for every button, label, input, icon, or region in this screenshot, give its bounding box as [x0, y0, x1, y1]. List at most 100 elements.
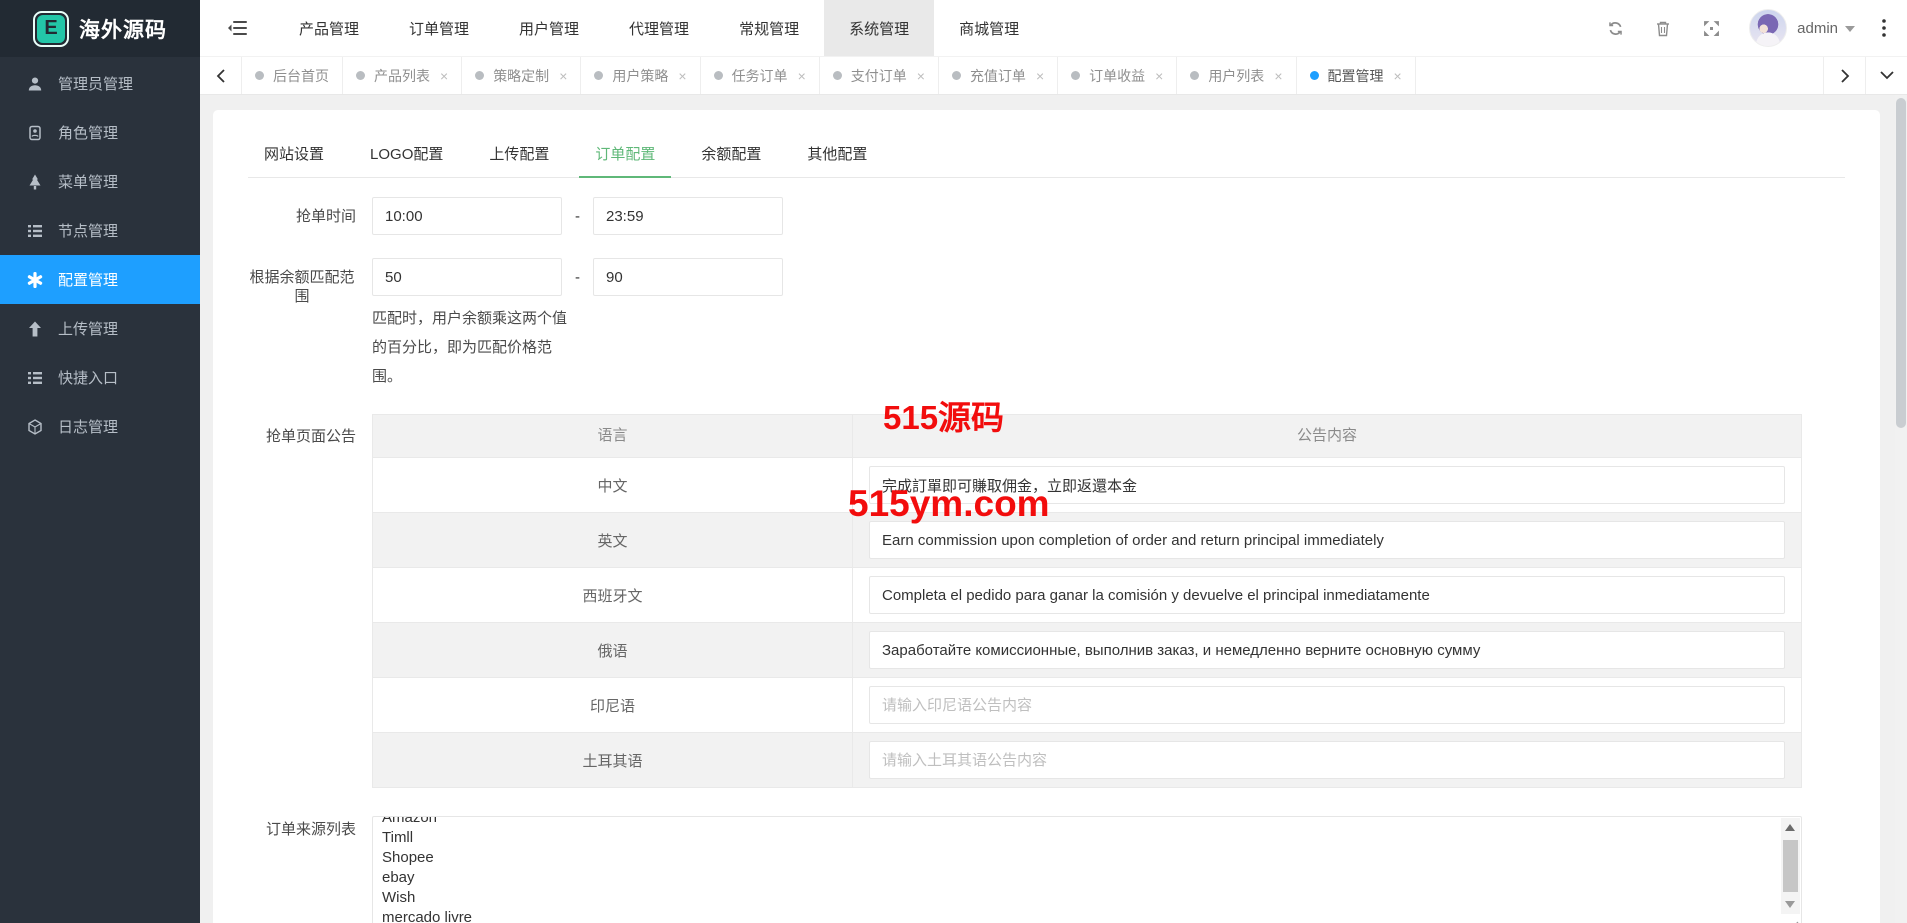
- order-source-label: 订单来源列表: [248, 816, 356, 923]
- tab-other-config[interactable]: 其他配置: [791, 134, 883, 177]
- nav-item-user[interactable]: 用户管理: [494, 0, 604, 56]
- form-row-grab-time: 抢单时间 -: [248, 197, 1845, 235]
- tab-dot-icon: [594, 71, 603, 80]
- tab-close-icon[interactable]: ×: [1155, 69, 1163, 83]
- row-language-label: 俄语: [373, 623, 853, 677]
- sidebar-item-admin-manage[interactable]: 管理员管理: [0, 59, 200, 108]
- tab-dot-icon: [356, 71, 365, 80]
- grab-time-from-input[interactable]: [372, 197, 562, 235]
- order-source-text: Amazon Timll Shopee ebay Wish mercado li…: [382, 816, 1801, 923]
- tabs-scroll-left-icon[interactable]: [200, 57, 242, 94]
- tab-order-config[interactable]: 订单配置: [579, 134, 671, 177]
- range-separator: -: [575, 208, 580, 225]
- sidebar: 管理员管理 角色管理 菜单管理 节点管理 配置管理 上传管理 快捷入口 日志管理: [0, 57, 200, 923]
- grab-time-to-input[interactable]: [593, 197, 783, 235]
- collapse-menu-icon[interactable]: [200, 0, 274, 56]
- table-row-turkish: 土耳其语: [373, 732, 1801, 787]
- role-icon: [27, 125, 43, 141]
- clear-cache-icon[interactable]: [1639, 0, 1687, 57]
- tab-dot-icon: [1071, 71, 1080, 80]
- announcement-input-russian[interactable]: [869, 631, 1785, 669]
- page-scrollbar-thumb[interactable]: [1896, 98, 1906, 428]
- order-source-textarea[interactable]: Amazon Timll Shopee ebay Wish mercado li…: [372, 816, 1802, 923]
- tab-logo-config[interactable]: LOGO配置: [354, 134, 459, 177]
- tab-order-profit[interactable]: 订单收益×: [1058, 57, 1177, 94]
- tab-user-list[interactable]: 用户列表×: [1177, 57, 1296, 94]
- tab-strategy-custom[interactable]: 策略定制×: [462, 57, 581, 94]
- announcement-input-spanish[interactable]: [869, 576, 1785, 614]
- tab-pay-order[interactable]: 支付订单×: [820, 57, 939, 94]
- scroll-down-icon[interactable]: [1785, 901, 1795, 908]
- tab-home[interactable]: 后台首页: [242, 57, 343, 94]
- sidebar-item-config-manage[interactable]: 配置管理: [0, 255, 200, 304]
- tab-dot-icon: [475, 71, 484, 80]
- tab-close-icon[interactable]: ×: [1394, 69, 1402, 83]
- page-scrollbar[interactable]: [1895, 95, 1907, 923]
- nav-item-general[interactable]: 常规管理: [714, 0, 824, 56]
- order-config-form: 抢单时间 - 根据余额匹配范围 -: [248, 197, 1845, 923]
- table-row-russian: 俄语: [373, 622, 1801, 677]
- table-row-english: 英文: [373, 512, 1801, 567]
- resize-grip-icon[interactable]: [1786, 919, 1799, 923]
- sidebar-item-role-manage[interactable]: 角色管理: [0, 108, 200, 157]
- tab-dot-icon: [255, 71, 264, 80]
- user-dropdown-caret-icon[interactable]: [1845, 26, 1855, 32]
- tab-task-order[interactable]: 任务订单×: [701, 57, 820, 94]
- tab-close-icon[interactable]: ×: [1274, 69, 1282, 83]
- scrollbar-thumb[interactable]: [1783, 840, 1798, 892]
- announcement-table: 语言 公告内容 中文 英文 西班牙文: [372, 414, 1802, 788]
- tab-close-icon[interactable]: ×: [1036, 69, 1044, 83]
- sidebar-item-log-manage[interactable]: 日志管理: [0, 402, 200, 451]
- refresh-icon[interactable]: [1591, 0, 1639, 57]
- tabs-menu-icon[interactable]: [1865, 57, 1907, 94]
- scroll-up-icon[interactable]: [1785, 824, 1795, 831]
- sidebar-item-shortcut-entry[interactable]: 快捷入口: [0, 353, 200, 402]
- balance-range-from-input[interactable]: [372, 258, 562, 296]
- sidebar-item-node-manage[interactable]: 节点管理: [0, 206, 200, 255]
- tab-balance-config[interactable]: 余额配置: [685, 134, 777, 177]
- tab-site-settings[interactable]: 网站设置: [248, 134, 340, 177]
- upload-icon: [27, 321, 43, 337]
- log-icon: [27, 419, 43, 435]
- nav-item-order[interactable]: 订单管理: [384, 0, 494, 56]
- announcement-input-turkish[interactable]: [869, 741, 1785, 779]
- grab-time-label: 抢单时间: [248, 197, 356, 235]
- nav-item-mall[interactable]: 商城管理: [934, 0, 1044, 56]
- row-language-label: 西班牙文: [373, 568, 853, 622]
- tabs-scroll-right-icon[interactable]: [1823, 57, 1865, 94]
- logo-letter: E: [44, 17, 57, 40]
- row-language-label: 中文: [373, 458, 853, 512]
- username[interactable]: admin: [1797, 20, 1838, 37]
- nav-item-product[interactable]: 产品管理: [274, 0, 384, 56]
- sidebar-item-menu-manage[interactable]: 菜单管理: [0, 157, 200, 206]
- tab-close-icon[interactable]: ×: [440, 69, 448, 83]
- more-options-icon[interactable]: [1869, 0, 1899, 57]
- tab-close-icon[interactable]: ×: [917, 69, 925, 83]
- tab-close-icon[interactable]: ×: [678, 69, 686, 83]
- announcement-input-indonesian[interactable]: [869, 686, 1785, 724]
- tab-product-list[interactable]: 产品列表×: [343, 57, 462, 94]
- tab-upload-config[interactable]: 上传配置: [473, 134, 565, 177]
- announcement-input-english[interactable]: [869, 521, 1785, 559]
- textarea-scrollbar[interactable]: [1781, 818, 1800, 914]
- header-nav: 产品管理 订单管理 用户管理 代理管理 常规管理 系统管理 商城管理: [200, 0, 1591, 56]
- tab-user-strategy[interactable]: 用户策略×: [581, 57, 700, 94]
- tab-dot-icon: [714, 71, 723, 80]
- avatar[interactable]: [1749, 9, 1787, 47]
- nav-item-agent[interactable]: 代理管理: [604, 0, 714, 56]
- tab-close-icon[interactable]: ×: [798, 69, 806, 83]
- table-row-spanish: 西班牙文: [373, 567, 1801, 622]
- header-actions: admin: [1591, 0, 1907, 56]
- node-list-icon: [27, 223, 43, 239]
- nav-item-system[interactable]: 系统管理: [824, 0, 934, 56]
- sidebar-item-upload-manage[interactable]: 上传管理: [0, 304, 200, 353]
- tab-dot-icon: [1190, 71, 1199, 80]
- app-title: 海外源码: [79, 14, 167, 44]
- tab-config-manage[interactable]: 配置管理×: [1297, 57, 1416, 94]
- tab-close-icon[interactable]: ×: [559, 69, 567, 83]
- form-row-balance-range: 根据余额匹配范围 - 匹配时，用户余额乘这两个值的百分比，即为匹配价格范围。: [248, 258, 1845, 391]
- tab-recharge-order[interactable]: 充值订单×: [939, 57, 1058, 94]
- fullscreen-icon[interactable]: [1687, 0, 1735, 57]
- tab-dot-icon: [833, 71, 842, 80]
- balance-range-to-input[interactable]: [593, 258, 783, 296]
